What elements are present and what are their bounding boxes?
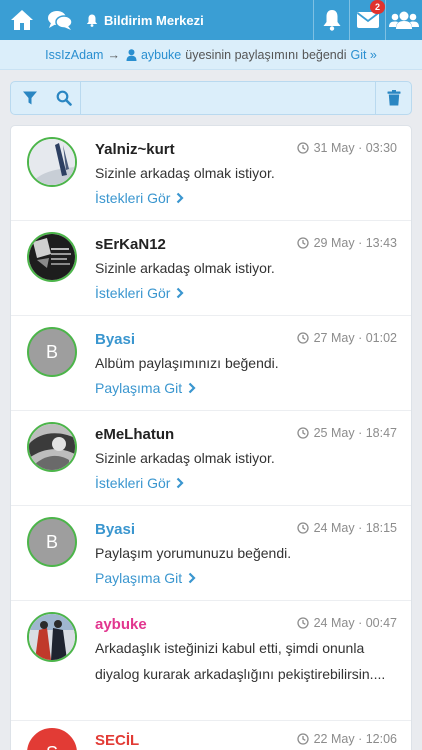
timestamp: 31 May · 03:30 [296, 141, 397, 155]
timestamp: 29 May · 13:43 [296, 236, 397, 250]
clock-icon [296, 522, 309, 534]
activity-banner: IssIzAdam → aybuke üyesinin paylaşımını … [0, 40, 422, 70]
page-title-text: Bildirim Merkezi [104, 12, 204, 28]
notification-message: Paylaşım yorumunuzu beğendi. [95, 545, 292, 561]
trash-icon[interactable] [375, 82, 411, 114]
bell-icon [86, 14, 98, 27]
view-requests-link[interactable]: İstekleri Gör [95, 190, 185, 206]
notification-list: Yalniz~kurt 31 May · 03:30 Sizinle arkad… [10, 125, 412, 750]
arrow-text: → [107, 47, 120, 62]
timestamp: 24 May · 00:47 [296, 616, 397, 630]
users-icon[interactable] [386, 0, 422, 40]
user-name[interactable]: Yalniz~kurt [95, 141, 175, 158]
chat-icon[interactable] [42, 0, 78, 40]
avatar[interactable]: S [27, 728, 77, 750]
chevron-right-icon [177, 287, 185, 299]
clock-icon [296, 142, 309, 154]
user-icon [126, 48, 137, 61]
user-name[interactable]: SECİL [95, 732, 139, 749]
clock-icon [296, 237, 309, 249]
clock-icon [296, 733, 309, 745]
avatar[interactable] [27, 137, 77, 187]
notification-item[interactable]: B Byasi 27 May · 01:02 Albüm paylaşımını… [11, 316, 411, 411]
user-name[interactable]: eMeLhatun [95, 426, 174, 443]
notification-item[interactable]: aybuke 24 May · 00:47 Arkadaşlık isteğin… [11, 601, 411, 721]
timestamp: 27 May · 01:02 [296, 331, 397, 345]
activity-go-link[interactable]: Git » [350, 48, 376, 62]
activity-actor-link[interactable]: IssIzAdam [45, 48, 103, 62]
notification-item[interactable]: S SECİL 22 May · 12:06 [11, 721, 411, 750]
timestamp: 25 May · 18:47 [296, 426, 397, 440]
go-to-post-link[interactable]: Paylaşıma Git [95, 570, 196, 586]
activity-target-link[interactable]: aybuke [141, 48, 181, 62]
chevron-right-icon [177, 192, 185, 204]
filter-bar [10, 81, 412, 115]
notification-message: Sizinle arkadaş olmak istiyor. [95, 450, 275, 466]
notification-item[interactable]: B Byasi 24 May · 18:15 Paylaşım yorumunu… [11, 506, 411, 601]
clock-icon [296, 617, 309, 629]
top-navbar: Bildirim Merkezi 2 [0, 0, 422, 40]
page-title: Bildirim Merkezi [86, 0, 226, 40]
notification-item[interactable]: eMeLhatun 25 May · 18:47 Sizinle arkadaş… [11, 411, 411, 506]
view-requests-link[interactable]: İstekleri Gör [95, 475, 185, 491]
notification-item[interactable]: Yalniz~kurt 31 May · 03:30 Sizinle arkad… [11, 126, 411, 221]
clock-icon [296, 332, 309, 344]
go-to-post-link[interactable]: Paylaşıma Git [95, 380, 196, 396]
home-icon[interactable] [4, 0, 40, 40]
timestamp: 24 May · 18:15 [296, 521, 397, 535]
user-name[interactable]: aybuke [95, 616, 147, 633]
search-icon[interactable] [47, 82, 81, 114]
chevron-right-icon [188, 572, 196, 584]
user-name[interactable]: Byasi [95, 521, 135, 538]
search-input[interactable] [83, 82, 373, 114]
user-name[interactable]: Byasi [95, 331, 135, 348]
chevron-right-icon [177, 477, 185, 489]
mail-badge: 2 [370, 0, 385, 14]
avatar[interactable] [27, 612, 77, 662]
timestamp: 22 May · 12:06 [296, 732, 397, 746]
user-name[interactable]: sErKaN12 [95, 236, 166, 253]
avatar[interactable] [27, 422, 77, 472]
filter-icon[interactable] [13, 82, 47, 114]
avatar[interactable]: B [27, 517, 77, 567]
view-requests-link[interactable]: İstekleri Gör [95, 285, 185, 301]
notification-item[interactable]: sErKaN12 29 May · 13:43 Sizinle arkadaş … [11, 221, 411, 316]
notification-message: Sizinle arkadaş olmak istiyor. [95, 260, 275, 276]
notification-message: Arkadaşlık isteğinizi kabul etti, şimdi … [95, 640, 386, 682]
notification-message: Albüm paylaşımınızı beğendi. [95, 355, 279, 371]
notification-message: Sizinle arkadaş olmak istiyor. [95, 165, 275, 181]
avatar[interactable] [27, 232, 77, 282]
bell-icon[interactable] [314, 0, 350, 40]
clock-icon [296, 427, 309, 439]
chevron-right-icon [188, 382, 196, 394]
avatar[interactable]: B [27, 327, 77, 377]
activity-text: üyesinin paylaşımını beğendi [185, 47, 347, 62]
